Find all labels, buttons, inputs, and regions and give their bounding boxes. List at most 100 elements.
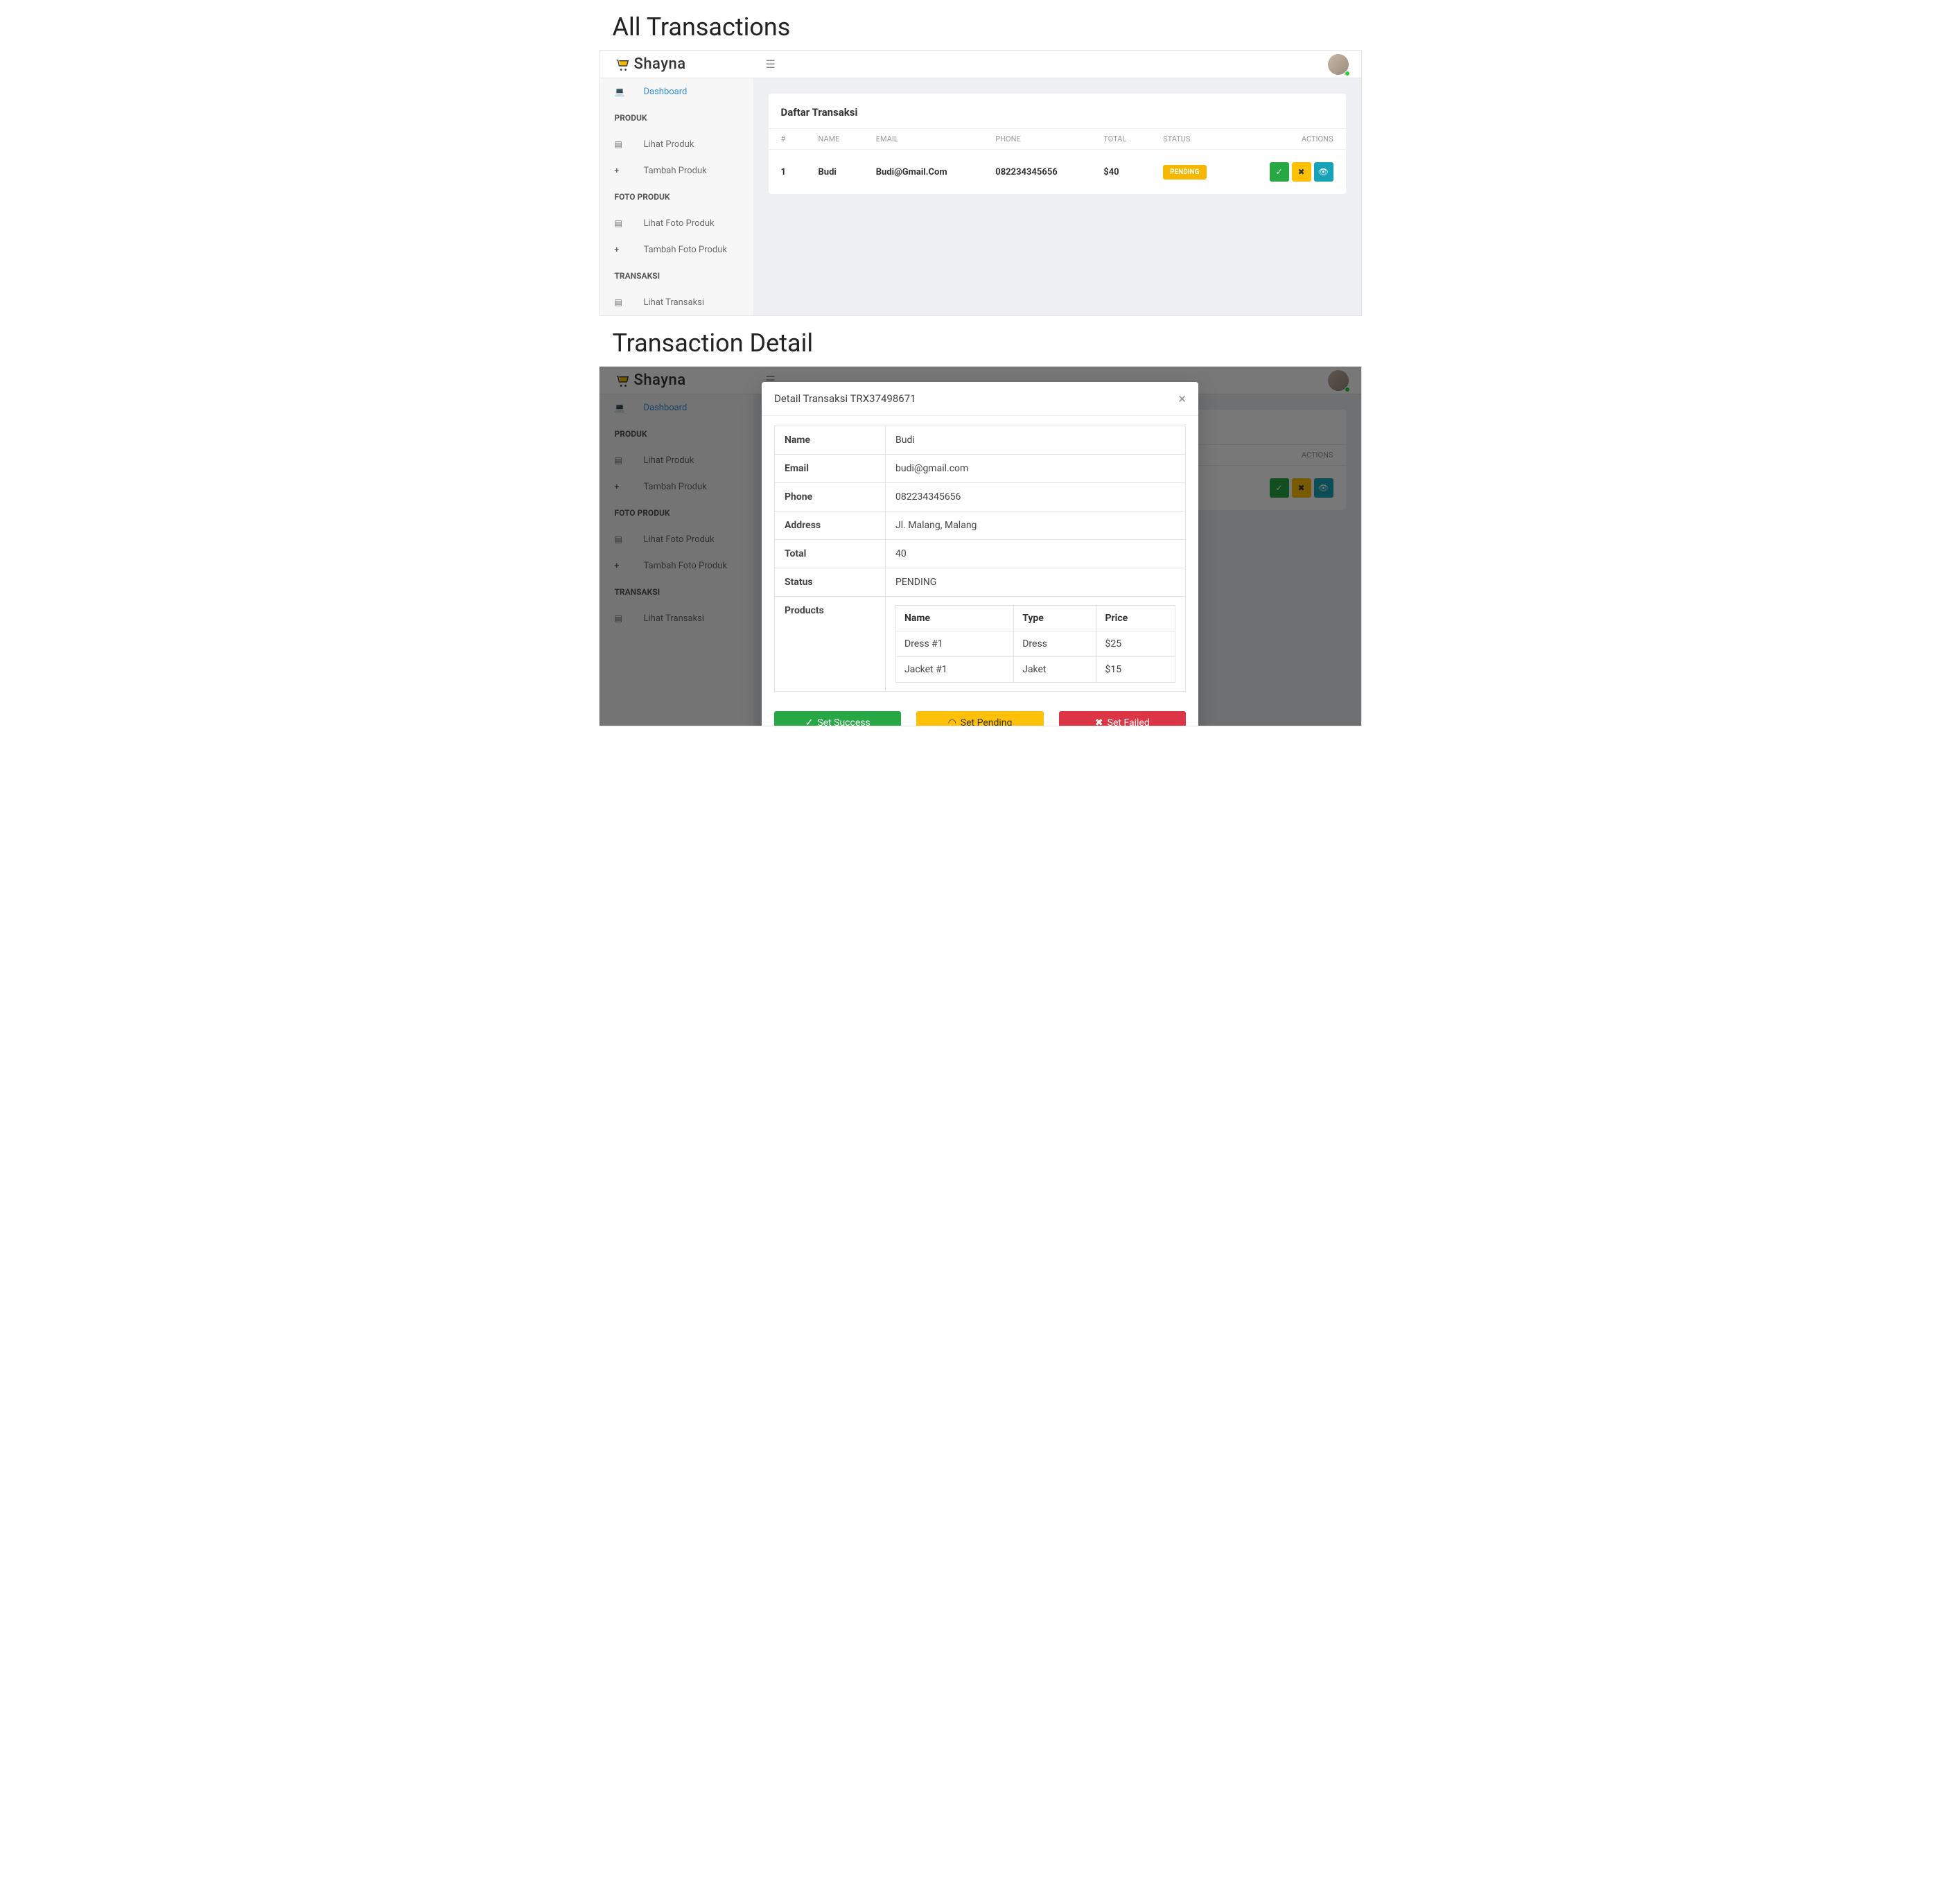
label-address: Address	[775, 512, 886, 540]
cell-phone: 082234345656	[983, 150, 1091, 195]
col-product-price: Price	[1096, 606, 1175, 631]
cell-actions: ✓ ✖ 👁	[1235, 150, 1345, 195]
check-icon: ✓	[1275, 167, 1282, 177]
sidebar-item-tambah-produk[interactable]: + Tambah Produk	[600, 157, 753, 184]
sidebar-heading-produk: PRODUK	[600, 105, 753, 131]
sidebar-item-label: Lihat Transaksi	[644, 297, 705, 308]
sidebar-item-label: Dashboard	[644, 87, 688, 97]
modal-footer: ✓ Set Success ◠ Set Pending ✖ Set Failed	[762, 701, 1198, 726]
spinner-icon: ◠	[948, 717, 956, 726]
value-address: Jl. Malang, Malang	[886, 512, 1186, 540]
col-status: STATUS	[1150, 129, 1235, 150]
sidebar-heading-transaksi: TRANSAKSI	[600, 263, 753, 289]
plus-icon: +	[615, 166, 627, 175]
label-email: Email	[775, 455, 886, 483]
user-avatar[interactable]	[1328, 54, 1349, 75]
value-name: Budi	[886, 426, 1186, 455]
modal-body: NameBudi Emailbudi@gmail.com Phone082234…	[762, 416, 1198, 701]
transactions-table: # NAME EMAIL PHONE TOTAL STATUS ACTIONS	[769, 128, 1346, 194]
cell-product-price: $25	[1096, 631, 1175, 657]
cell-email: Budi@Gmail.Com	[864, 150, 983, 195]
plus-icon: +	[615, 245, 627, 254]
value-phone: 082234345656	[886, 483, 1186, 512]
cell-product-price: $15	[1096, 657, 1175, 683]
sidebar-item-label: Lihat Produk	[644, 139, 694, 150]
card-title: Daftar Transaksi	[769, 94, 1346, 128]
col-email: EMAIL	[864, 129, 983, 150]
close-icon: ×	[1178, 390, 1186, 407]
cell-product-name: Jacket #1	[896, 657, 1014, 683]
col-product-type: Type	[1014, 606, 1096, 631]
products-table: Name Type Price Dress #1 Dress $25	[895, 605, 1175, 683]
laptop-icon: 💻	[615, 87, 627, 96]
topbar: Shayna ☰	[600, 51, 1361, 78]
modal-title: Detail Transaksi TRX37498671	[774, 392, 916, 405]
col-phone: PHONE	[983, 129, 1091, 150]
label-total: Total	[775, 540, 886, 568]
main-content: Daftar Transaksi # NAME EMAIL PHONE TOTA…	[753, 78, 1361, 315]
col-actions: ACTIONS	[1235, 129, 1345, 150]
page-heading-all-transactions: All Transactions	[613, 12, 1362, 42]
col-name: NAME	[806, 129, 864, 150]
value-products: Name Type Price Dress #1 Dress $25	[886, 597, 1186, 692]
cell-total: $40	[1091, 150, 1150, 195]
value-total: 40	[886, 540, 1186, 568]
close-button[interactable]: ×	[1178, 392, 1186, 405]
brand-logo[interactable]: Shayna	[600, 55, 753, 73]
set-failed-button[interactable]: ✖ Set Failed	[1059, 711, 1186, 726]
page-heading-transaction-detail: Transaction Detail	[613, 329, 1362, 358]
set-pending-button[interactable]: ◠ Set Pending	[916, 711, 1043, 726]
transactions-card: Daftar Transaksi # NAME EMAIL PHONE TOTA…	[769, 94, 1346, 194]
view-button[interactable]: 👁	[1314, 162, 1333, 182]
label-status: Status	[775, 568, 886, 597]
product-row: Jacket #1 Jaket $15	[896, 657, 1175, 683]
brand-name: Shayna	[634, 55, 686, 73]
sidebar-item-label: Tambah Foto Produk	[644, 245, 727, 255]
button-label: Set Failed	[1108, 717, 1150, 726]
modal-header: Detail Transaksi TRX37498671 ×	[762, 382, 1198, 416]
sidebar-heading-foto-produk: FOTO PRODUK	[600, 184, 753, 210]
product-row: Dress #1 Dress $25	[896, 631, 1175, 657]
modal-overlay[interactable]: Detail Transaksi TRX37498671 × NameBudi …	[600, 367, 1361, 726]
col-idx: #	[769, 129, 806, 150]
x-icon: ✖	[1297, 167, 1304, 177]
approve-button[interactable]: ✓	[1270, 162, 1289, 182]
button-label: Set Success	[817, 717, 870, 726]
col-product-name: Name	[896, 606, 1014, 631]
transaction-detail-modal: Detail Transaksi TRX37498671 × NameBudi …	[762, 382, 1198, 726]
sidebar-item-lihat-transaksi[interactable]: ▤ Lihat Transaksi	[600, 289, 753, 315]
admin-panel-all-transactions: Shayna ☰ 💻 Dashboard PRODUK ▤ Lihat Prod…	[599, 50, 1362, 316]
cell-idx: 1	[769, 150, 806, 195]
sidebar-item-label: Lihat Foto Produk	[644, 218, 715, 229]
list-icon: ▤	[615, 297, 627, 307]
online-status-icon	[1345, 71, 1350, 76]
list-icon: ▤	[615, 139, 627, 149]
reject-button[interactable]: ✖	[1292, 162, 1311, 182]
sidebar-item-dashboard[interactable]: 💻 Dashboard	[600, 78, 753, 105]
eye-icon: 👁	[1318, 167, 1329, 177]
sidebar-item-label: Tambah Produk	[644, 166, 707, 176]
cell-product-type: Dress	[1014, 631, 1096, 657]
sidebar-item-lihat-foto-produk[interactable]: ▤ Lihat Foto Produk	[600, 210, 753, 236]
hamburger-icon[interactable]: ☰	[766, 58, 776, 71]
cell-name: Budi	[806, 150, 864, 195]
sidebar-item-lihat-produk[interactable]: ▤ Lihat Produk	[600, 131, 753, 157]
admin-panel-transaction-detail: Shayna ☰ 💻 Dashboard PRODUK ▤ Lihat Prod…	[599, 366, 1362, 726]
cell-product-name: Dress #1	[896, 631, 1014, 657]
detail-table: NameBudi Emailbudi@gmail.com Phone082234…	[774, 426, 1186, 692]
label-phone: Phone	[775, 483, 886, 512]
value-email: budi@gmail.com	[886, 455, 1186, 483]
sidebar-item-tambah-foto-produk[interactable]: + Tambah Foto Produk	[600, 236, 753, 263]
label-products: Products	[775, 597, 886, 692]
list-icon: ▤	[615, 218, 627, 228]
label-name: Name	[775, 426, 886, 455]
set-success-button[interactable]: ✓ Set Success	[774, 711, 901, 726]
col-total: TOTAL	[1091, 129, 1150, 150]
sidebar: 💻 Dashboard PRODUK ▤ Lihat Produk + Tamb…	[600, 78, 753, 315]
check-icon: ✓	[805, 717, 814, 726]
cart-icon	[615, 58, 630, 71]
cell-status: PENDING	[1150, 150, 1235, 195]
status-badge: PENDING	[1163, 165, 1206, 180]
table-row: 1 Budi Budi@Gmail.Com 082234345656 $40 P…	[769, 150, 1346, 195]
cell-product-type: Jaket	[1014, 657, 1096, 683]
